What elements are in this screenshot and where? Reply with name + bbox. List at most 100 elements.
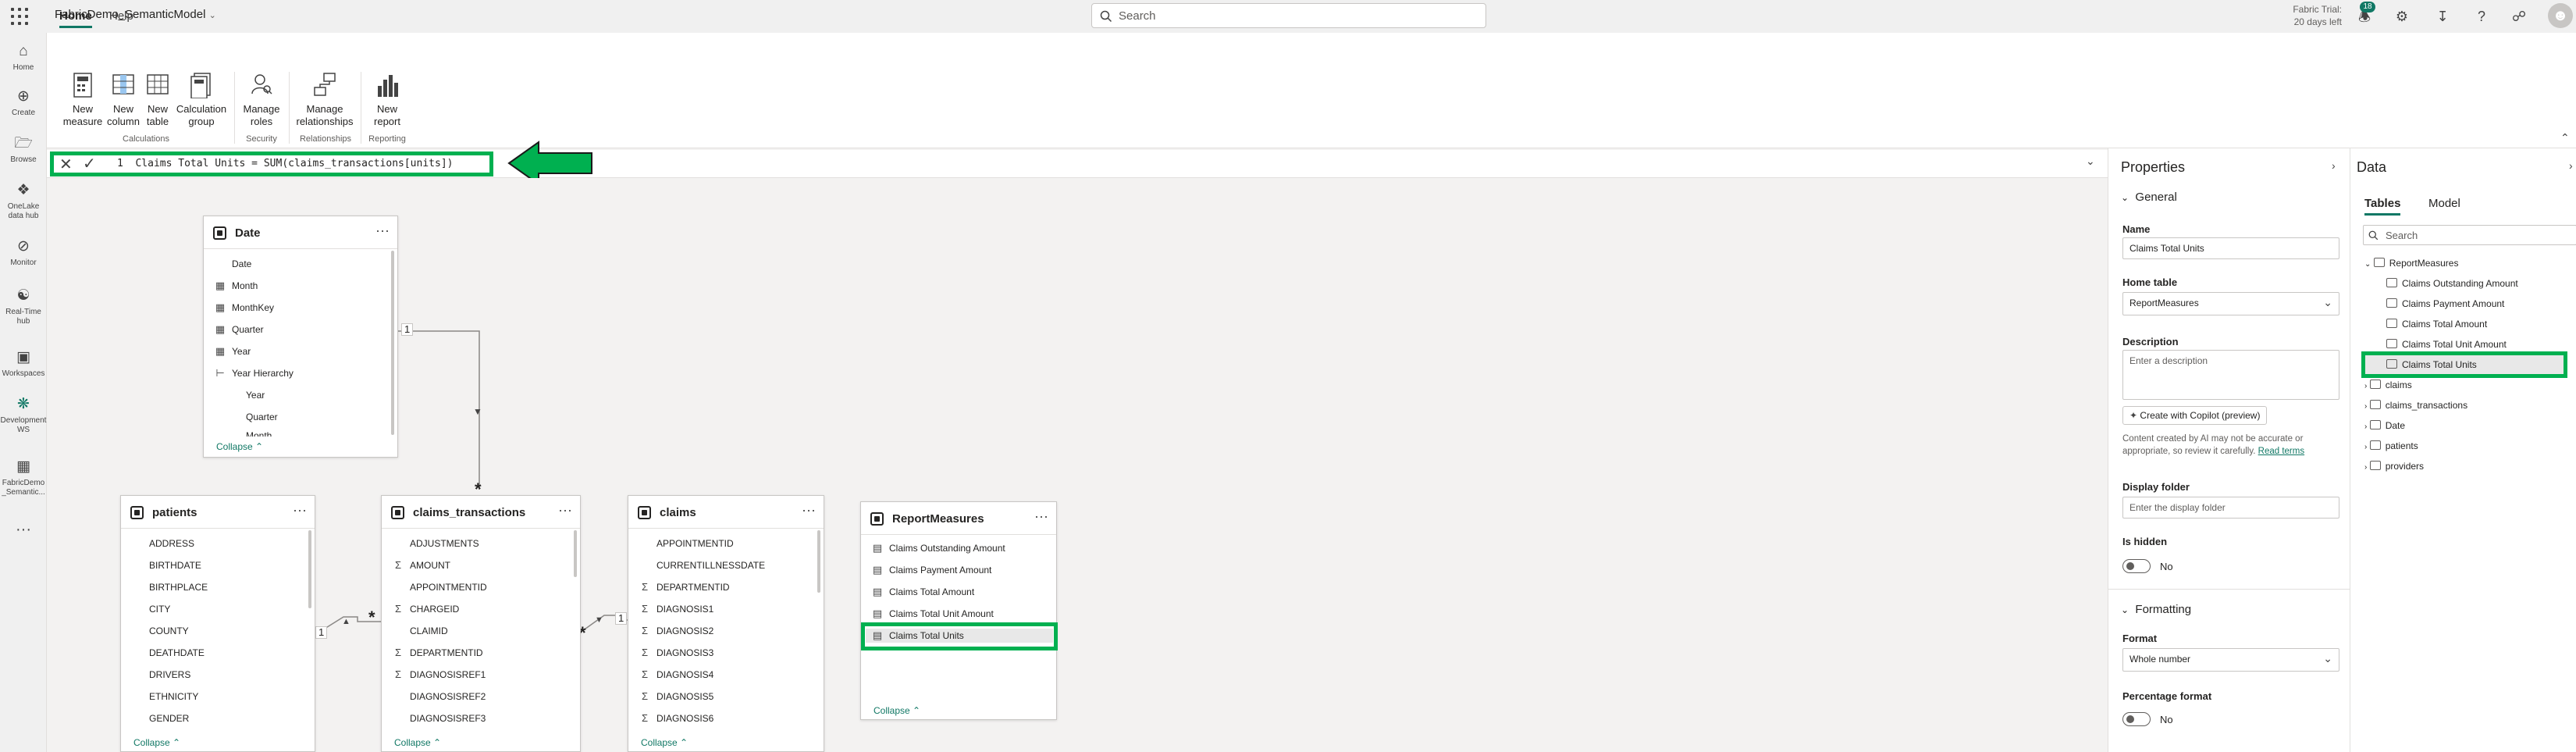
tree-item-measure[interactable]: Claims Total Amount [2386,319,2487,330]
measure-row[interactable]: ▤ Claims Total Amount [870,585,974,599]
collapse-pane-icon[interactable]: › [2569,159,2573,172]
field-row[interactable]: DIAGNOSISREF2 [391,690,486,704]
scrollbar[interactable] [817,530,820,593]
field-row[interactable]: BIRTHDATE [130,558,201,572]
more-options-icon[interactable]: ··· [1034,508,1048,525]
nav-monitor[interactable]: ⊘ Monitor [0,237,47,268]
nav-create[interactable]: ⊕ Create [0,87,47,118]
percentage-format-toggle[interactable] [2122,712,2151,726]
table-card-reportmeasures[interactable]: ReportMeasures ··· ▤ Claims Outstanding Am… [860,501,1058,720]
nav-browse[interactable]: 🗁 Browse [0,134,47,165]
field-row[interactable]: GENDER [130,711,189,725]
app-launcher-icon[interactable] [11,8,28,25]
formula-input[interactable]: 1 Claims Total Units = SUM(claims_transa… [117,158,453,169]
tab-home[interactable]: Home [59,9,92,28]
field-row[interactable]: ▦ Month [213,279,258,293]
tree-item-claims[interactable]: › claims [2364,380,2412,390]
calculation-group-button[interactable]: Calculation group [175,72,228,128]
measure-row[interactable]: ▤ Claims Total Unit Amount [870,607,994,621]
field-row[interactable]: ADJUSTMENTS [391,536,479,551]
avatar[interactable]: ☻ [2548,3,2573,28]
field-row[interactable]: ETHNICITY [130,690,198,704]
table-card-claims[interactable]: claims ··· APPOINTMENTID CURRENTILLNESSDA… [628,495,824,752]
tree-item-measure[interactable]: Claims Payment Amount [2386,298,2504,309]
cancel-formula-icon[interactable]: ✕ [59,155,73,174]
manage-relationships-button[interactable]: Manage relationships [295,72,354,128]
global-search-input[interactable]: Search [1091,3,1486,28]
field-row[interactable]: Σ DIAGNOSIS5 [638,690,713,704]
expand-formula-icon[interactable]: ⌄ [2086,155,2095,168]
download-icon[interactable]: ↧ [2432,6,2453,27]
scrollbar[interactable] [308,530,311,608]
trial-status[interactable]: Fabric Trial: 20 days left [2264,3,2342,28]
format-dropdown[interactable]: Whole number ⌄ [2122,648,2339,672]
section-formatting[interactable]: ⌄ Formatting [2121,603,2191,616]
home-table-dropdown[interactable]: ReportMeasures ⌄ [2122,292,2339,315]
more-options-icon[interactable]: ··· [293,502,307,519]
gear-icon[interactable]: ⚙ [2392,6,2412,27]
description-field[interactable]: Enter a description [2122,350,2339,400]
model-canvas[interactable]: 1 ▼ * 1 ▲ * * ▼ 1 Date ··· Date ▦ Month ▦ M… [47,178,2108,752]
data-search-input[interactable]: Search [2363,225,2576,245]
help-icon[interactable]: ? [2471,6,2492,27]
collapse-link[interactable]: Collapse ⌃ [133,737,180,748]
new-measure-button[interactable]: New measure [62,72,103,128]
field-row[interactable]: APPOINTMENTID [391,580,487,594]
section-general[interactable]: ⌄ General [2121,191,2177,204]
commit-formula-icon[interactable]: ✓ [83,154,96,173]
field-row[interactable]: DEATHDATE [130,646,205,660]
nav-onelake[interactable]: ❖ OneLake data hub [0,181,47,221]
field-row[interactable]: Σ DIAGNOSIS6 [638,711,713,725]
more-options-icon[interactable]: ··· [558,502,572,519]
field-row[interactable]: Year [227,388,265,402]
tree-item-measure[interactable]: Claims Outstanding Amount [2386,278,2518,289]
measure-row[interactable]: ▤ Claims Payment Amount [870,563,992,577]
nav-realtime-hub[interactable]: ☯ Real-Time hub [0,287,47,326]
new-table-button[interactable]: New table [144,72,172,128]
new-report-button[interactable]: New report [368,72,406,128]
field-row[interactable]: Σ DEPARTMENTID [638,580,730,594]
field-row[interactable]: CITY [130,602,170,616]
tab-model[interactable]: Model [2428,197,2460,210]
field-row[interactable]: Date [213,257,251,271]
field-row[interactable]: Σ AMOUNT [391,558,450,572]
scrollbar[interactable] [574,530,577,577]
field-row[interactable]: ▦ Quarter [213,323,264,337]
field-row[interactable]: CURRENTILLNESSDATE [638,558,765,572]
collapse-link[interactable]: Collapse ⌃ [641,737,688,748]
tree-item-reportmeasures[interactable]: ⌄ ReportMeasures [2364,258,2458,269]
field-row[interactable]: Σ DIAGNOSIS3 [638,646,713,660]
field-row[interactable]: ADDRESS [130,536,194,551]
field-row[interactable]: Σ CHARGEID [391,602,459,616]
field-row[interactable]: BIRTHPLACE [130,580,208,594]
tree-item-measure[interactable]: Claims Total Unit Amount [2386,339,2507,350]
field-row[interactable]: DIAGNOSISREF3 [391,711,486,725]
field-row[interactable]: ▦ Year [213,344,251,358]
manage-roles-button[interactable]: Manage roles [240,72,283,128]
collapse-ribbon-icon[interactable]: ⌃ [2560,131,2570,144]
table-card-claims-transactions[interactable]: claims_transactions ··· ADJUSTMENTS Σ AMOU… [381,495,581,752]
read-terms-link[interactable]: Read terms [2258,447,2304,456]
scrollbar[interactable] [391,251,394,435]
field-row[interactable]: COUNTY [130,624,189,638]
tree-item-patients[interactable]: › patients [2364,440,2418,451]
field-row[interactable]: Σ DIAGNOSISREF1 [391,668,486,682]
tab-tables[interactable]: Tables [2364,197,2401,216]
field-row[interactable]: APPOINTMENTID [638,536,734,551]
more-options-icon[interactable]: ··· [375,223,390,239]
nav-home[interactable]: ⌂ Home [0,42,47,73]
nav-semantic-model[interactable]: ▦ FabricDemo _Semantic... [0,458,47,497]
tab-help[interactable]: Help [109,9,133,23]
display-folder-field[interactable]: Enter the display folder [2122,497,2339,519]
share-icon[interactable]: ☍ [2509,6,2529,27]
name-field[interactable]: Claims Total Units [2122,237,2339,259]
field-row[interactable]: Month [227,429,272,437]
field-row[interactable]: Σ DEPARTMENTID [391,646,483,660]
nav-development-ws[interactable]: ❋ Development WS [0,395,47,435]
collapse-link[interactable]: Collapse ⌃ [394,737,441,748]
nav-workspaces[interactable]: ▣ Workspaces [0,348,47,379]
field-row[interactable]: ⊢ Year Hierarchy [213,366,294,380]
collapse-link[interactable]: Collapse ⌃ [216,441,263,452]
collapse-pane-icon[interactable]: › [2332,159,2336,172]
tree-item-date[interactable]: › Date [2364,420,2405,431]
